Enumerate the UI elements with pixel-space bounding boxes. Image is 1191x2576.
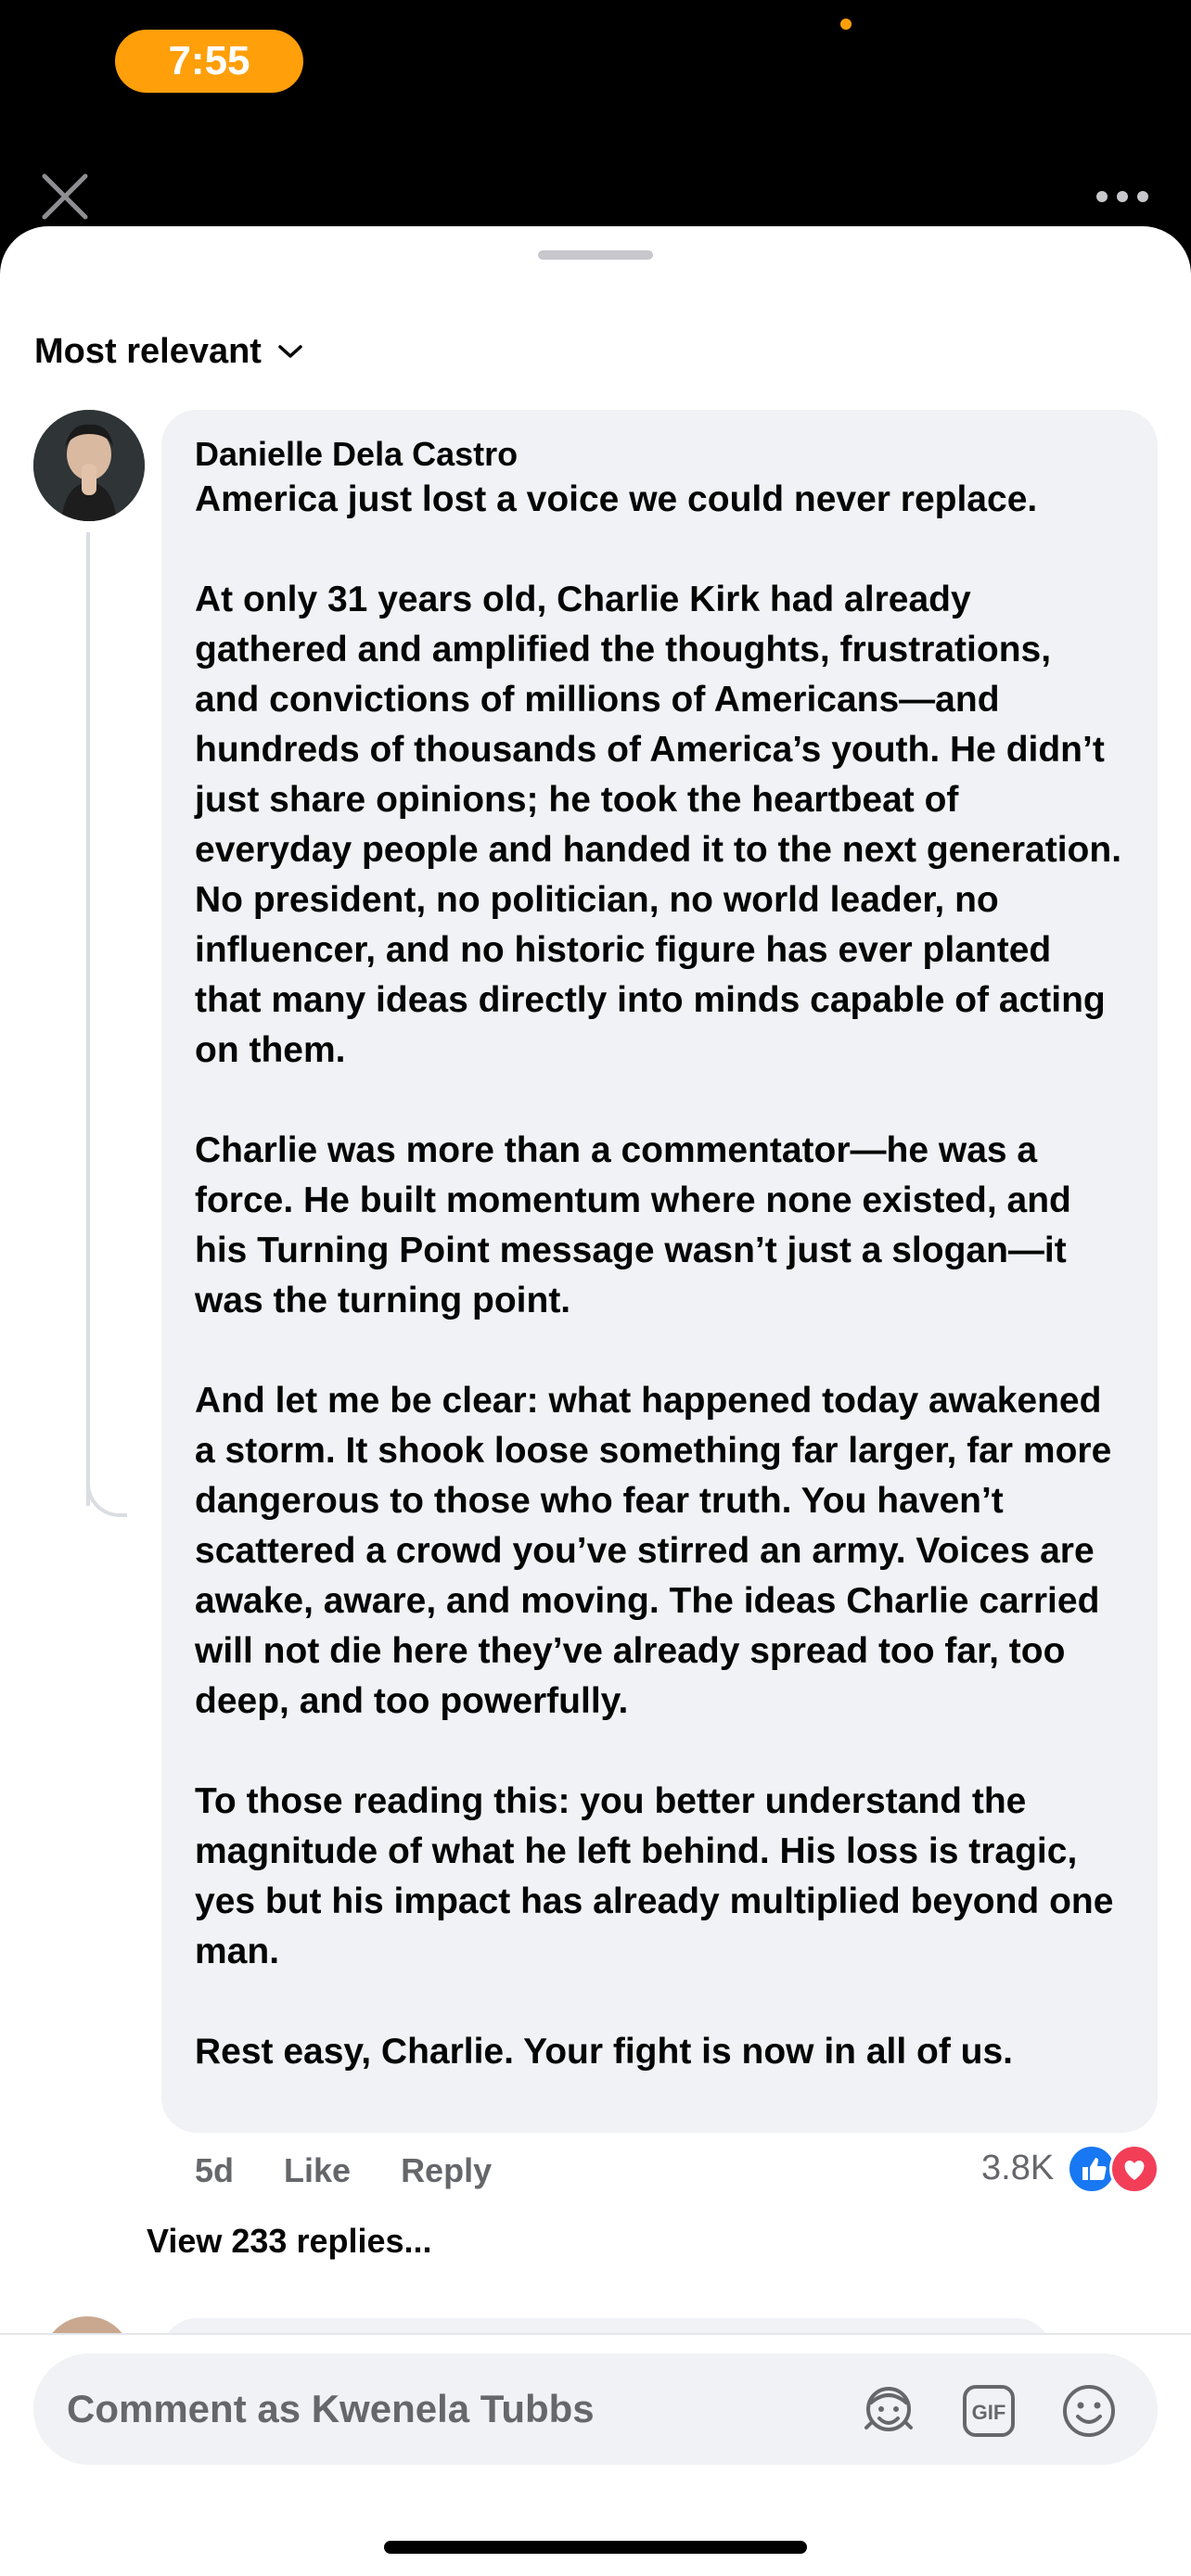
- comment-input-placeholder: Comment as Kwenela Tubbs: [67, 2387, 595, 2430]
- svg-text:GIF: GIF: [972, 2401, 1006, 2424]
- reply-button[interactable]: Reply: [401, 2151, 492, 2190]
- comment-actions: 5d Like Reply: [195, 2148, 492, 2194]
- avatar[interactable]: [33, 410, 145, 521]
- reaction-count: 3.8K: [981, 2148, 1055, 2187]
- comment-timestamp: 5d: [195, 2151, 235, 2189]
- chevron-down-icon: [278, 345, 302, 358]
- status-bar: 7:55: [0, 0, 1191, 130]
- comment-input[interactable]: Comment as Kwenela Tubbs GIF: [33, 2353, 1158, 2465]
- view-replies-link[interactable]: View 233 replies...: [147, 2222, 432, 2261]
- avatar-photo: [33, 410, 145, 521]
- sheet-grabber[interactable]: [538, 250, 653, 260]
- emoji-icon[interactable]: [1059, 2381, 1119, 2441]
- sort-dropdown[interactable]: Most relevant: [34, 328, 304, 375]
- reactions-summary[interactable]: 3.8K: [981, 2144, 1161, 2194]
- thread-line: [86, 532, 90, 1506]
- home-indicator[interactable]: [384, 2541, 807, 2554]
- comment-bubble[interactable]: Danielle Dela Castro America just lost a…: [161, 410, 1158, 2133]
- sort-label: Most relevant: [34, 331, 262, 371]
- close-icon[interactable]: [39, 171, 91, 223]
- privacy-indicator-dot: [840, 19, 852, 30]
- reaction-icons: [1067, 2144, 1161, 2194]
- thread-connector: [86, 1469, 127, 1517]
- more-options-icon[interactable]: [1095, 187, 1150, 206]
- avatar-sticker-icon[interactable]: [859, 2381, 918, 2441]
- comment-author[interactable]: Danielle Dela Castro: [195, 434, 1124, 475]
- comments-sheet: Most relevant Danielle Dela Castro Ameri…: [0, 226, 1191, 2576]
- status-time: 7:55: [115, 30, 303, 93]
- like-button[interactable]: Like: [284, 2151, 351, 2190]
- gif-icon[interactable]: GIF: [959, 2381, 1018, 2441]
- comment-text: America just lost a voice we could never…: [195, 479, 1122, 2072]
- love-reaction-icon: [1109, 2144, 1160, 2194]
- comment-composer: Comment as Kwenela Tubbs GIF: [0, 2333, 1191, 2576]
